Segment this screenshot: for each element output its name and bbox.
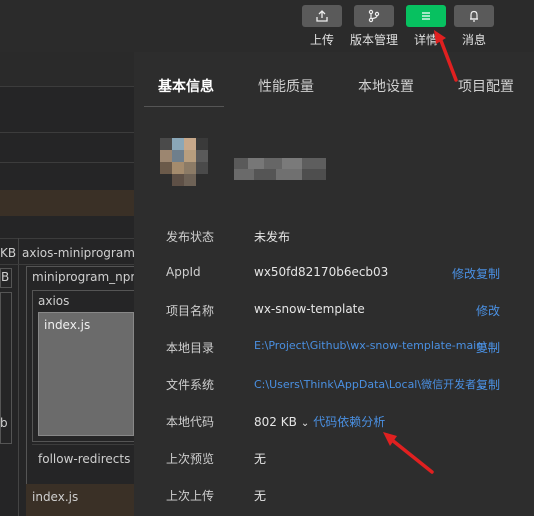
appid-copy-link[interactable]: 复制	[476, 265, 500, 282]
highlight-row	[0, 190, 134, 216]
file-system-label: 文件系统	[166, 378, 215, 392]
left-header	[0, 52, 134, 86]
branch-icon	[368, 9, 380, 23]
kb-label: KB	[0, 246, 17, 260]
local-dir-copy-link[interactable]: 复制	[476, 339, 500, 356]
bell-icon	[470, 10, 478, 22]
chevron-down-icon[interactable]: ⌄	[301, 418, 309, 429]
file-system-copy-link[interactable]: 复制	[476, 376, 500, 393]
tab-local-settings[interactable]: 本地设置	[358, 76, 414, 96]
publish-status-row: 发布状态 未发布	[166, 228, 526, 248]
tab-basic-info[interactable]: 基本信息	[158, 76, 214, 96]
local-code-value-group: 802 KB ⌄ 代码依赖分析	[254, 413, 385, 430]
local-dir-row: 本地目录 E:\Project\Github\wx-snow-template-…	[166, 339, 526, 359]
local-code-size: 802 KB	[254, 415, 297, 429]
messages-label: 消息	[462, 33, 487, 47]
dependency-analysis-link[interactable]: 代码依赖分析	[313, 415, 385, 429]
upload-button[interactable]	[302, 5, 342, 27]
last-upload-label: 上次上传	[166, 489, 215, 503]
project-name-value: wx-snow-template	[254, 302, 365, 316]
index-js-bottom-label[interactable]: index.js	[32, 490, 78, 504]
appid-label: AppId	[166, 265, 201, 279]
upload-icon	[316, 10, 328, 22]
publish-status-label: 发布状态	[166, 230, 215, 244]
b-edge-label: b	[0, 416, 8, 430]
file-system-row: 文件系统 C:\Users\Think\AppData\Local\微信开发者.…	[166, 376, 526, 396]
last-upload-row: 上次上传 无	[166, 487, 526, 507]
follow-redirects-label[interactable]: follow-redirects	[38, 452, 130, 466]
nickname-blurred	[234, 158, 326, 180]
version-management-label: 版本管理	[350, 33, 399, 47]
file-system-value[interactable]: C:\Users\Think\AppData\Local\微信开发者...	[254, 376, 487, 392]
left-panel: KB axios-miniprogram-a B miniprogram_npm…	[0, 52, 147, 516]
project-name-label: 项目名称	[166, 304, 215, 318]
project-name-modify-link[interactable]: 修改	[476, 302, 500, 319]
tab-project-config[interactable]: 项目配置	[458, 76, 514, 96]
local-dir-label: 本地目录	[166, 341, 215, 355]
local-code-row: 本地代码 802 KB ⌄ 代码依赖分析	[166, 413, 526, 433]
details-button[interactable]	[406, 5, 446, 27]
publish-status-value: 未发布	[254, 230, 291, 244]
last-preview-label: 上次预览	[166, 452, 215, 466]
tab-underline	[144, 106, 224, 107]
axios-label[interactable]: axios	[38, 294, 69, 308]
axios-miniprogram-label[interactable]: axios-miniprogram-a	[22, 246, 147, 260]
details-panel: 基本信息 性能质量 本地设置 项目配置 发布状态 未发布 AppId wx50f…	[134, 52, 534, 516]
last-upload-value: 无	[254, 489, 267, 503]
miniprogram-npm-label[interactable]: miniprogram_npm	[32, 270, 142, 284]
appid-row: AppId wx50fd82170b6ecb03 修改 复制	[166, 265, 526, 285]
index-js-label: index.js	[44, 318, 91, 332]
last-preview-row: 上次预览 无	[166, 450, 526, 470]
b-label: B	[1, 270, 10, 284]
details-label: 详情	[414, 33, 439, 47]
version-management-button[interactable]	[354, 5, 394, 27]
appid-value: wx50fd82170b6ecb03	[254, 265, 389, 279]
project-name-row: 项目名称 wx-snow-template 修改	[166, 302, 526, 322]
top-toolbar: 上传 版本管理 详情 消息	[0, 0, 534, 52]
messages-button[interactable]	[454, 5, 494, 27]
local-dir-value[interactable]: E:\Project\Github\wx-snow-template-main\…	[254, 339, 497, 352]
upload-label: 上传	[310, 33, 335, 47]
avatar	[160, 138, 208, 186]
menu-icon	[422, 12, 430, 20]
tab-performance-quality[interactable]: 性能质量	[258, 76, 314, 96]
last-preview-value: 无	[254, 452, 267, 466]
appid-modify-link[interactable]: 修改	[452, 265, 476, 282]
local-code-label: 本地代码	[166, 415, 215, 429]
